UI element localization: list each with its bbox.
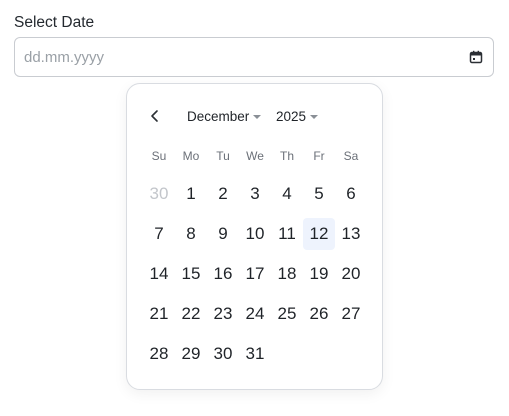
month-select[interactable]: December <box>187 106 262 126</box>
date-input-placeholder: dd.mm.yyyy <box>24 49 105 66</box>
day-cell[interactable]: 3 <box>239 178 271 210</box>
month-select-label: December <box>187 108 250 124</box>
day-cell[interactable]: 19 <box>303 258 335 290</box>
day-cell[interactable]: 22 <box>175 298 207 330</box>
day-cell[interactable]: 16 <box>207 258 239 290</box>
weekday-label: Sa <box>343 149 359 163</box>
day-cell[interactable]: 30 <box>207 338 239 370</box>
day-cell[interactable]: 29 <box>175 338 207 370</box>
chevron-left-icon[interactable] <box>147 108 163 124</box>
day-cell[interactable]: 6 <box>335 178 367 210</box>
day-cell[interactable]: 15 <box>175 258 207 290</box>
day-cell-outside[interactable]: 30 <box>143 178 175 210</box>
day-cell[interactable]: 28 <box>143 338 175 370</box>
day-cell[interactable]: 1 <box>175 178 207 210</box>
day-cell[interactable]: 21 <box>143 298 175 330</box>
day-cell[interactable]: 7 <box>143 218 175 250</box>
weekday-header: Su Mo Tu We Th Fr Sa <box>143 148 367 164</box>
day-cell[interactable]: 31 <box>239 338 271 370</box>
calendar-popover: December 2025 Su Mo Tu We Th Fr Sa 30 1 2 3 4 5 6 7 8 9… <box>126 83 383 390</box>
weekday-label: Fr <box>313 149 325 163</box>
caret-down-icon <box>310 115 319 119</box>
calendar-icon[interactable] <box>469 50 483 64</box>
day-cell-today[interactable]: 12 <box>303 218 335 250</box>
day-cell[interactable]: 24 <box>239 298 271 330</box>
day-cell[interactable]: 25 <box>271 298 303 330</box>
day-grid: 30 1 2 3 4 5 6 7 8 9 10 11 12 13 14 15 16 17 18 19 20 21 22 23 2… <box>143 174 367 374</box>
day-cell[interactable]: 5 <box>303 178 335 210</box>
weekday-label: We <box>246 149 264 163</box>
weekday-label: Tu <box>216 149 230 163</box>
day-cell[interactable]: 2 <box>207 178 239 210</box>
day-cell[interactable]: 17 <box>239 258 271 290</box>
day-cell[interactable]: 8 <box>175 218 207 250</box>
day-cell[interactable]: 18 <box>271 258 303 290</box>
weekday-label: Su <box>151 149 167 163</box>
weekday-label: Mo <box>182 149 200 163</box>
day-cell[interactable]: 23 <box>207 298 239 330</box>
date-input[interactable]: dd.mm.yyyy <box>14 37 494 77</box>
day-cell[interactable]: 10 <box>239 218 271 250</box>
day-cell[interactable]: 11 <box>271 218 303 250</box>
caret-down-icon <box>253 115 262 119</box>
day-cell[interactable]: 9 <box>207 218 239 250</box>
year-select-label: 2025 <box>276 108 307 124</box>
day-cell[interactable]: 27 <box>335 298 367 330</box>
day-cell[interactable]: 14 <box>143 258 175 290</box>
day-cell[interactable]: 26 <box>303 298 335 330</box>
day-cell[interactable]: 13 <box>335 218 367 250</box>
year-select[interactable]: 2025 <box>276 106 319 126</box>
field-label: Select Date <box>14 14 95 31</box>
day-cell[interactable]: 20 <box>335 258 367 290</box>
weekday-label: Th <box>279 149 294 163</box>
day-cell[interactable]: 4 <box>271 178 303 210</box>
